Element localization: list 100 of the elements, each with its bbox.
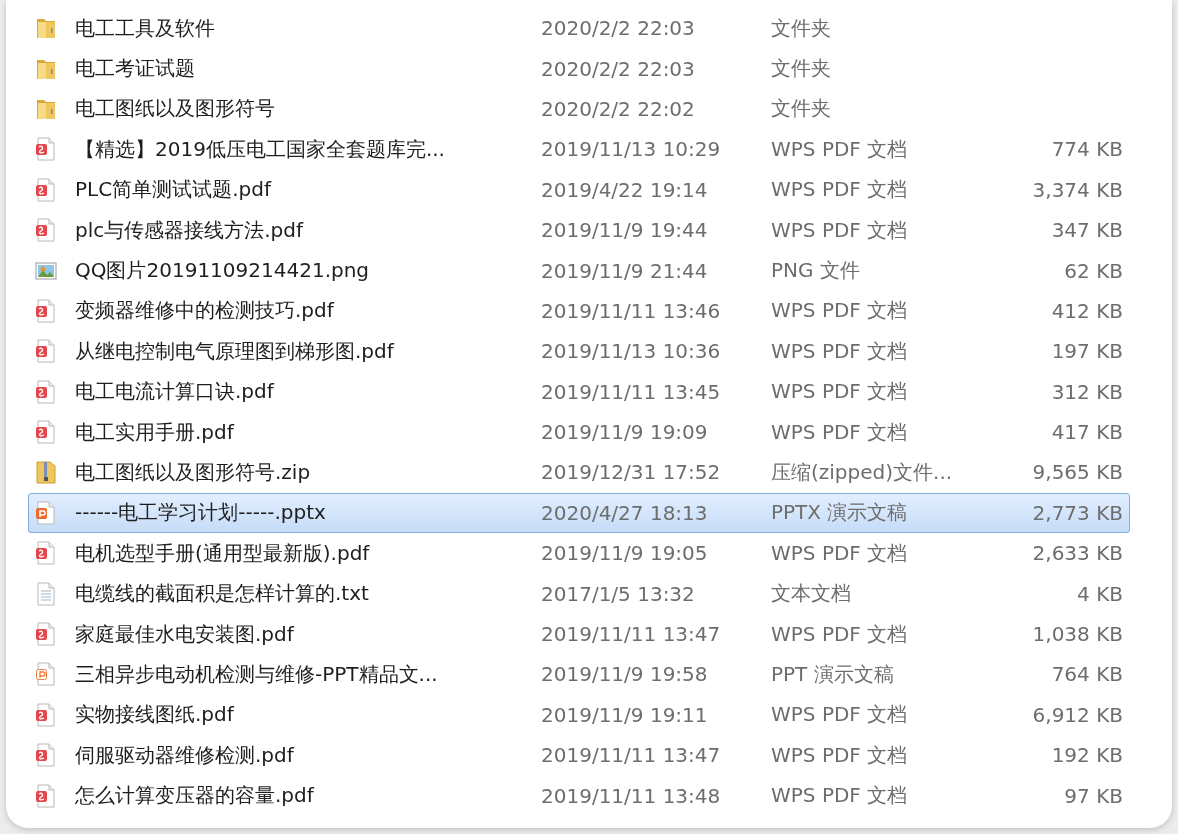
modified-date: 2020/2/2 22:03 xyxy=(541,16,696,41)
file-row[interactable]: 变频器维修中的检测技巧.pdf 2019/11/11 13:46 WPS PDF 文档 412 KB xyxy=(28,290,1130,332)
file-size: 412 KB xyxy=(1050,298,1123,323)
modified-date: 2019/11/11 13:47 xyxy=(541,622,722,647)
modified-date: 2019/11/9 19:58 xyxy=(541,662,709,687)
file-size: 2,773 KB xyxy=(1031,500,1123,525)
file-row[interactable]: 三相异步电动机检测与维修-PPT精品文... 2019/11/9 19:58 PPT 演示文稿 764 KB xyxy=(28,654,1130,695)
pdf-file-icon xyxy=(35,420,57,445)
file-name: plc与传感器接线方法.pdf xyxy=(75,216,305,244)
file-type: 文件夹 xyxy=(771,95,832,123)
file-type: WPS PDF 文档 xyxy=(771,701,909,729)
zip-folder-icon xyxy=(35,460,57,485)
file-row[interactable]: plc与传感器接线方法.pdf 2019/11/9 19:44 WPS PDF 文档 347 KB xyxy=(28,209,1130,251)
modified-date: 2019/11/13 10:36 xyxy=(541,339,722,364)
file-name: 电工电流计算口诀.pdf xyxy=(75,378,276,406)
file-row[interactable]: ------电工学习计划-----.pptx 2020/4/27 18:13 PPTX 演示文稿 2,773 KB xyxy=(28,492,1130,534)
file-row[interactable]: 电工工具及软件 2020/2/2 22:03 文件夹 xyxy=(28,8,1130,49)
file-row[interactable]: PLC简单测试试题.pdf 2019/4/22 19:14 WPS PDF 文档 3,374 KB xyxy=(28,169,1130,210)
file-size: 347 KB xyxy=(1050,218,1123,243)
file-type: PPT 演示文稿 xyxy=(771,660,895,688)
file-name: 电机选型手册(通用型最新版).pdf xyxy=(75,539,371,567)
modified-date: 2020/2/2 22:02 xyxy=(541,96,696,121)
file-name: 电工考证试题 xyxy=(75,55,196,83)
file-row[interactable]: QQ图片20191109214421.png 2019/11/9 21:44 PNG 文件 62 KB xyxy=(28,250,1130,291)
file-type: 压缩(zipped)文件... xyxy=(771,459,954,486)
pdf-file-icon xyxy=(35,622,57,647)
text-file-icon xyxy=(35,581,57,606)
modified-date: 2019/11/11 13:45 xyxy=(541,379,722,404)
file-name: 电缆线的截面积是怎样计算的.txt xyxy=(75,580,370,608)
file-name: 家庭最佳水电安装图.pdf xyxy=(75,620,296,648)
file-row[interactable]: 电工图纸以及图形符号 2020/2/2 22:02 文件夹 xyxy=(28,88,1130,130)
presentation-file-icon xyxy=(35,500,57,525)
file-row[interactable]: 从继电控制电气原理图到梯形图.pdf 2019/11/13 10:36 WPS PDF 文档 197 KB xyxy=(28,331,1130,372)
file-size: 312 KB xyxy=(1050,379,1123,404)
file-name: 电工工具及软件 xyxy=(75,14,216,42)
file-type: 文本文档 xyxy=(771,580,852,608)
file-size: 197 KB xyxy=(1050,339,1123,364)
file-row[interactable]: 电机选型手册(通用型最新版).pdf 2019/11/9 19:05 WPS PDF 文档 2,633 KB xyxy=(28,533,1130,574)
modified-date: 2019/11/11 13:48 xyxy=(541,783,722,808)
file-type: 文件夹 xyxy=(771,55,832,83)
file-size: 1,038 KB xyxy=(1031,622,1123,647)
file-size: 9,565 KB xyxy=(1031,460,1123,485)
modified-date: 2019/11/9 19:05 xyxy=(541,541,709,566)
file-name: 伺服驱动器维修检测.pdf xyxy=(75,741,296,769)
pdf-file-icon xyxy=(35,298,57,323)
file-size: 774 KB xyxy=(1050,137,1123,162)
file-name: 三相异步电动机检测与维修-PPT精品文... xyxy=(75,660,439,688)
file-type: WPS PDF 文档 xyxy=(771,337,909,365)
file-row[interactable]: 电工考证试题 2020/2/2 22:03 文件夹 xyxy=(28,48,1130,89)
file-type: WPS PDF 文档 xyxy=(771,620,909,648)
file-name: ------电工学习计划-----.pptx xyxy=(75,499,327,527)
file-row[interactable]: 电工电流计算口诀.pdf 2019/11/11 13:45 WPS PDF 文档 312 KB xyxy=(28,371,1130,412)
file-size: 6,912 KB xyxy=(1031,702,1123,727)
file-row[interactable]: 电缆线的截面积是怎样计算的.txt 2017/1/5 13:32 文本文档 4 KB xyxy=(28,573,1130,614)
file-row[interactable]: 【精选】2019低压电工国家全套题库完... 2019/11/13 10:29 WPS PDF 文档 774 KB xyxy=(28,129,1130,170)
file-row[interactable]: 电工实用手册.pdf 2019/11/9 19:09 WPS PDF 文档 417 KB xyxy=(28,411,1130,453)
file-type: WPS PDF 文档 xyxy=(771,176,909,204)
file-name: 实物接线图纸.pdf xyxy=(75,701,236,729)
file-size: 192 KB xyxy=(1050,743,1123,768)
folder-icon xyxy=(35,16,57,41)
file-row[interactable]: 怎么计算变压器的容量.pdf 2019/11/11 13:48 WPS PDF 文档 97 KB xyxy=(28,775,1130,816)
pdf-file-icon xyxy=(35,177,57,202)
file-name: 电工图纸以及图形符号 xyxy=(75,95,276,123)
file-name: 从继电控制电气原理图到梯形图.pdf xyxy=(75,337,396,365)
modified-date: 2020/2/2 22:03 xyxy=(541,56,696,81)
file-type: WPS PDF 文档 xyxy=(771,135,909,163)
modified-date: 2019/11/9 19:44 xyxy=(541,218,709,243)
file-size: 62 KB xyxy=(1063,258,1123,283)
pdf-file-icon xyxy=(35,702,57,727)
modified-date: 2019/11/9 21:44 xyxy=(541,258,709,283)
modified-date: 2019/11/11 13:46 xyxy=(541,298,722,323)
file-name: PLC简单测试试题.pdf xyxy=(75,176,273,204)
file-type: WPS PDF 文档 xyxy=(771,378,909,406)
pdf-file-icon xyxy=(35,743,57,768)
modified-date: 2017/1/5 13:32 xyxy=(541,581,696,606)
file-type: WPS PDF 文档 xyxy=(771,782,909,810)
file-row[interactable]: 电工图纸以及图形符号.zip 2019/12/31 17:52 压缩(zipped)文件... 9,565 KB xyxy=(28,452,1130,493)
modified-date: 2019/11/9 19:09 xyxy=(541,420,709,445)
file-row[interactable]: 家庭最佳水电安装图.pdf 2019/11/11 13:47 WPS PDF 文档 1,038 KB xyxy=(28,613,1130,655)
file-size: 764 KB xyxy=(1050,662,1123,687)
pdf-file-icon xyxy=(35,339,57,364)
file-size: 4 KB xyxy=(1076,581,1123,606)
file-type: WPS PDF 文档 xyxy=(771,418,909,446)
file-row[interactable]: 实物接线图纸.pdf 2019/11/9 19:11 WPS PDF 文档 6,912 KB xyxy=(28,694,1130,736)
file-size: 417 KB xyxy=(1050,420,1123,445)
file-name: QQ图片20191109214421.png xyxy=(75,257,371,285)
file-type: WPS PDF 文档 xyxy=(771,297,909,325)
file-type: WPS PDF 文档 xyxy=(771,741,909,769)
pdf-file-icon xyxy=(35,379,57,404)
presentation-file-icon xyxy=(35,662,57,687)
file-type: WPS PDF 文档 xyxy=(771,539,909,567)
file-type: PNG 文件 xyxy=(771,257,861,285)
file-name: 变频器维修中的检测技巧.pdf xyxy=(75,297,336,325)
pdf-file-icon xyxy=(35,137,57,162)
modified-date: 2019/11/13 10:29 xyxy=(541,137,722,162)
file-name: 电工实用手册.pdf xyxy=(75,418,236,446)
file-size: 2,633 KB xyxy=(1031,541,1123,566)
modified-date: 2019/11/11 13:47 xyxy=(541,743,722,768)
pdf-file-icon xyxy=(35,218,57,243)
file-row[interactable]: 伺服驱动器维修检测.pdf 2019/11/11 13:47 WPS PDF 文档 192 KB xyxy=(28,735,1130,776)
